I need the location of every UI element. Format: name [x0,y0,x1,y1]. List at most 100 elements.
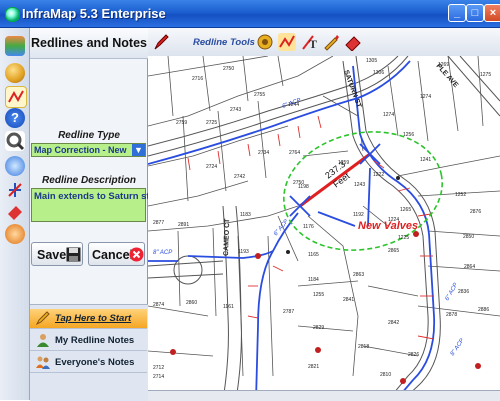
redline-description-value: Main extends to Saturn st. [34,191,153,202]
svg-text:2876: 2876 [470,209,481,215]
svg-text:T: T [309,37,317,51]
map-view[interactable]: 2750 2716 2755 2743 2725 2759 2734 2724 2742 27… [148,56,500,400]
svg-text:1198: 1198 [298,184,309,190]
svg-text:1305: 1305 [366,58,377,64]
svg-text:2742: 2742 [234,174,245,180]
svg-text:2818: 2818 [358,344,369,350]
svg-text:2863: 2863 [353,272,364,278]
eraser-icon[interactable] [5,202,25,222]
new-valves-annotation: New Valves [358,220,418,232]
redline-type-value: Map Correction - New [34,145,127,155]
redline-description-label: Redline Description [42,175,136,186]
pipe-label: 6" ACP [282,98,302,110]
svg-text:1274: 1274 [383,112,394,118]
svg-text:2712: 2712 [153,365,164,371]
svg-text:2877: 2877 [153,220,164,226]
valve-symbols [170,176,481,384]
cancel-button[interactable]: Cancel [88,242,145,266]
svg-text:2842: 2842 [388,320,399,326]
users-icon [36,356,50,369]
redline-icon[interactable] [5,86,27,108]
svg-text:1165: 1165 [308,252,319,258]
svg-text:2734: 2734 [258,150,269,156]
start-redline-label: Tap Here to Start [55,313,132,324]
svg-text:2826: 2826 [408,352,419,358]
cancel-icon [129,247,144,262]
street-label-saturn: SATURN ST [342,69,362,109]
freehand-icon[interactable] [278,33,296,51]
redline-type-select[interactable]: Map Correction - New ▼ [31,143,146,157]
redline-toolbar: Redline Tools T [148,28,500,57]
close-button[interactable]: × [484,4,500,22]
everyones-notes-label: Everyone's Notes [55,357,135,368]
maximize-button[interactable]: □ [466,4,484,22]
svg-text:1183: 1183 [240,212,251,218]
redline-description-input[interactable]: Main extends to Saturn st. [31,188,152,222]
svg-text:2860: 2860 [186,300,197,306]
globe-icon[interactable] [5,63,25,83]
tool-icon-bar: ? [0,28,30,400]
title-bar: InfraMap 5.3 Enterprise _ □ × [0,0,500,28]
user-icon [37,334,49,347]
help-icon[interactable]: ? [5,108,25,128]
pen-icon[interactable] [152,33,170,51]
svg-text:2716: 2716 [192,76,203,82]
svg-text:2850: 2850 [463,234,474,240]
panel-header: Redlines and Notes [30,28,148,59]
status-bar [148,390,500,401]
marker-icon[interactable] [322,33,340,51]
svg-text:1243: 1243 [354,182,365,188]
svg-text:1275: 1275 [480,72,491,78]
cancel-label: Cancel [92,248,133,262]
redlines-panel: Redlines and Notes Redline Type Map Corr… [30,28,152,401]
svg-text:2743: 2743 [230,107,241,113]
svg-text:2874: 2874 [153,302,164,308]
svg-text:2864: 2864 [464,264,475,270]
svg-text:2886: 2886 [478,307,489,313]
save-button[interactable]: Save [31,242,83,266]
valve-tool-icon[interactable] [256,33,274,51]
svg-text:1193: 1193 [238,249,249,255]
my-redline-notes-label: My Redline Notes [55,335,135,346]
my-redline-notes-item[interactable]: My Redline Notes [30,331,147,351]
panel-title: Redlines and Notes [31,36,147,50]
svg-text:2878: 2878 [446,312,457,318]
window-title: InfraMap 5.3 Enterprise [22,6,166,21]
toolbar-label: Redline Tools [193,37,255,48]
measure-icon[interactable] [5,180,25,200]
pencil-icon [36,311,50,325]
svg-text:1222: 1222 [373,172,384,178]
svg-text:2725: 2725 [206,120,217,126]
svg-text:1265: 1265 [400,207,411,213]
layers-icon[interactable] [5,36,25,56]
svg-text:2764: 2764 [289,150,300,156]
chevron-down-icon[interactable]: ▼ [132,144,145,156]
svg-text:1252: 1252 [455,192,466,198]
zoom-icon[interactable] [5,131,25,151]
svg-text:1255: 1255 [313,292,324,298]
map-canvas[interactable]: 2750 2716 2755 2743 2725 2759 2734 2724 2742 27… [148,56,500,400]
svg-text:2836: 2836 [458,289,469,295]
start-redline-item[interactable]: Tap Here to Start [30,309,147,329]
eraser-tool-icon[interactable] [344,33,362,51]
text-tool-icon[interactable]: T [300,33,318,51]
svg-text:2821: 2821 [308,364,319,370]
gps-icon[interactable] [5,156,25,176]
minimize-button[interactable]: _ [448,4,466,22]
pipe-label: 8" ACP [450,338,466,357]
everyones-notes-item[interactable]: Everyone's Notes [30,353,147,373]
notes-navigation: Tap Here to Start My Redline Notes Every… [30,304,148,401]
app-icon [5,7,20,22]
svg-text:1306: 1306 [373,70,384,76]
svg-text:1274: 1274 [420,94,431,100]
pipe-label: 8" ACP [153,250,172,256]
svg-text:2865: 2865 [388,248,399,254]
svg-text:2787: 2787 [283,309,294,315]
floppy-disk-icon [66,247,81,262]
cul-de-sac [173,255,203,285]
svg-text:1256: 1256 [403,132,414,138]
svg-text:2724: 2724 [206,164,217,170]
svg-text:2759: 2759 [176,120,187,126]
refresh-icon[interactable] [5,224,25,244]
svg-text:1161: 1161 [223,304,234,310]
